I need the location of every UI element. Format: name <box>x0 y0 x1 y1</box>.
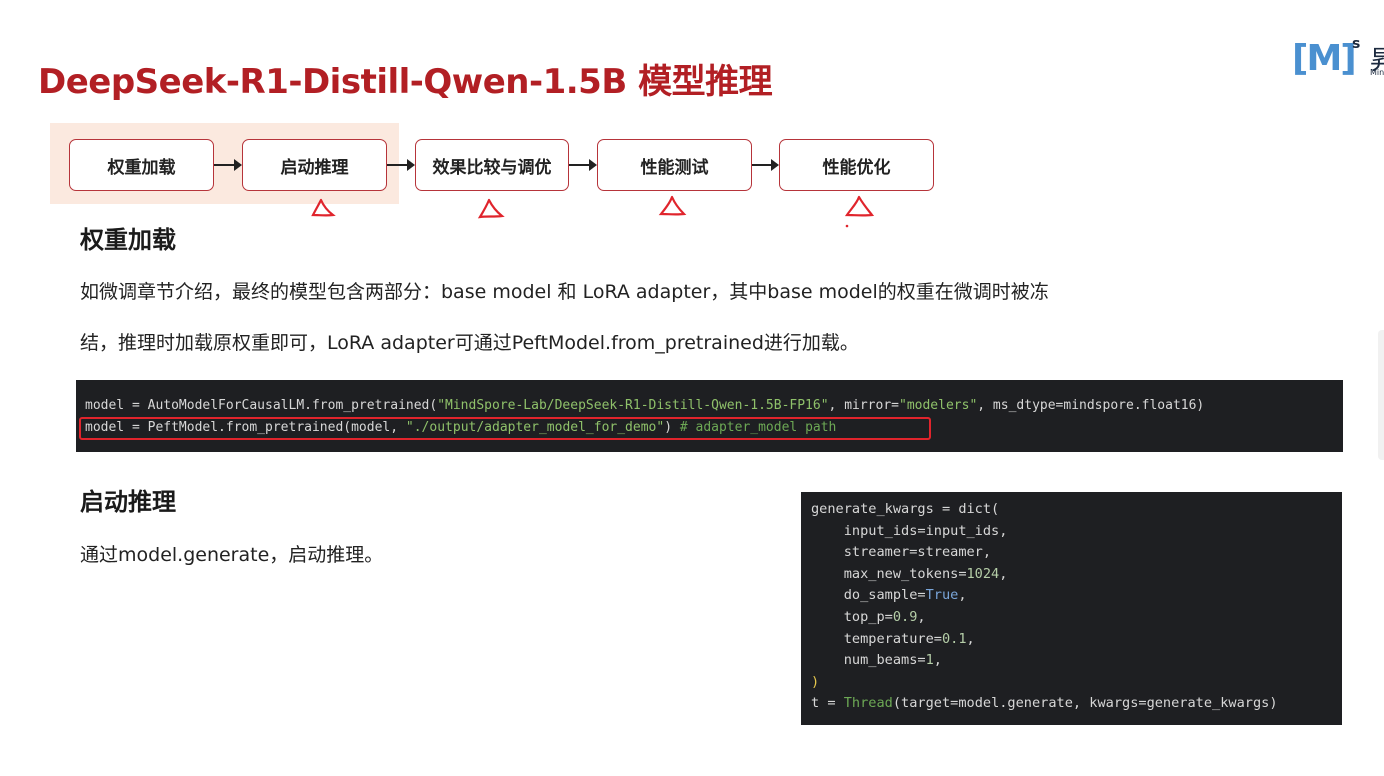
section-heading-weight-loading: 权重加载 <box>80 226 176 254</box>
code-line: input_ids=input_ids, <box>811 522 1008 539</box>
code-line: generate_kwargs = dict( <box>811 501 1000 517</box>
weight-loading-text-line2: 结，推理时加载原权重即可，LoRA adapter可通过PeftModel.fr… <box>80 332 859 354</box>
logo-sup: s <box>1352 36 1361 52</box>
step-compare-tune: 效果比较与调优 <box>415 139 569 191</box>
start-inference-text: 通过model.generate，启动推理。 <box>80 544 384 566</box>
arrow-icon <box>752 159 779 171</box>
step-perf-optimize: 性能优化 <box>779 139 934 191</box>
code-block-weight-loading: model = AutoModelForCausalLM.from_pretra… <box>76 380 1343 452</box>
code-line: t = Thread(target=model.generate, kwargs… <box>811 695 1278 712</box>
code-line: do_sample=True, <box>811 587 967 604</box>
weight-loading-text-line1: 如微调章节介绍，最终的模型包含两部分：base model 和 LoRA ada… <box>80 281 1049 303</box>
step-start-inference: 启动推理 <box>242 139 387 191</box>
code-line: top_p=0.9, <box>811 608 926 625</box>
hand-drawn-triangle-icon <box>477 198 505 219</box>
brand-logo: [M] s 昇 Min <box>1290 36 1384 84</box>
step-weight-loading: 权重加载 <box>69 139 214 191</box>
side-panel-tab[interactable] <box>1378 330 1384 460</box>
arrow-icon <box>569 159 597 171</box>
code-line: model = AutoModelForCausalLM.from_pretra… <box>85 398 1205 413</box>
logo-mark: [M] <box>1292 38 1357 79</box>
logo-en: Min <box>1370 68 1384 77</box>
code-line: ) <box>811 673 820 690</box>
step-perf-test: 性能测试 <box>597 139 752 191</box>
hand-drawn-triangle-icon <box>311 198 336 217</box>
hand-drawn-triangle-icon <box>658 195 687 216</box>
code-block-generate: generate_kwargs = dict( input_ids=input_… <box>801 492 1342 725</box>
code-line: temperature=0.1, <box>811 630 975 647</box>
code-highlight-annotation <box>79 417 931 440</box>
code-line: max_new_tokens=1024, <box>811 565 1008 582</box>
code-line: num_beams=1, <box>811 652 942 669</box>
arrow-icon <box>387 159 415 171</box>
hand-drawn-triangle-icon <box>844 195 875 228</box>
arrow-icon <box>214 159 242 171</box>
page-title: DeepSeek-R1-Distill-Qwen-1.5B 模型推理 <box>38 62 773 102</box>
code-line: streamer=streamer, <box>811 544 992 561</box>
section-heading-start-inference: 启动推理 <box>80 488 176 516</box>
